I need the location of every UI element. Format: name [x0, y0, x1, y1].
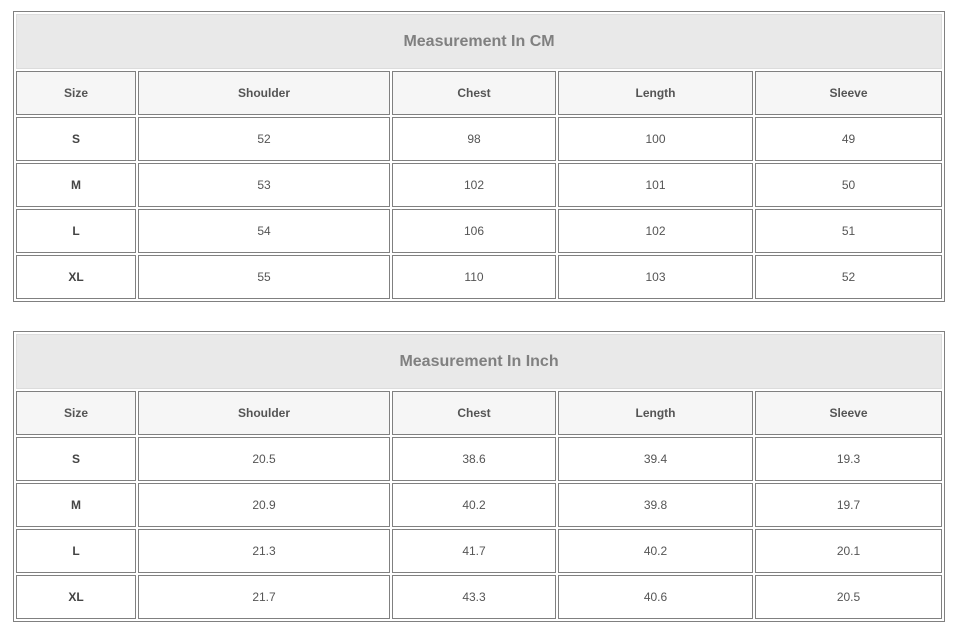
table-row: L 21.3 41.7 40.2 20.1: [16, 529, 943, 573]
chest-cell: 98: [392, 117, 556, 161]
table-title-row: Measurement In Inch: [16, 334, 943, 389]
length-cell: 40.2: [558, 529, 753, 573]
size-cell: M: [16, 163, 136, 207]
shoulder-cell: 52: [138, 117, 390, 161]
table-header-row: Size Shoulder Chest Length Sleeve: [16, 391, 943, 435]
length-cell: 39.4: [558, 437, 753, 481]
size-cell: XL: [16, 575, 136, 619]
column-header-size: Size: [16, 71, 136, 115]
column-header-length: Length: [558, 71, 753, 115]
size-cell: L: [16, 529, 136, 573]
length-cell: 100: [558, 117, 753, 161]
column-header-chest: Chest: [392, 391, 556, 435]
table-title: Measurement In Inch: [16, 334, 943, 389]
shoulder-cell: 21.7: [138, 575, 390, 619]
length-cell: 101: [558, 163, 753, 207]
shoulder-cell: 53: [138, 163, 390, 207]
table-row: S 20.5 38.6 39.4 19.3: [16, 437, 943, 481]
sleeve-cell: 52: [755, 255, 943, 299]
size-cell: L: [16, 209, 136, 253]
table-row: L 54 106 102 51: [16, 209, 943, 253]
column-header-chest: Chest: [392, 71, 556, 115]
table-row: XL 21.7 43.3 40.6 20.5: [16, 575, 943, 619]
size-cell: S: [16, 437, 136, 481]
chest-cell: 102: [392, 163, 556, 207]
shoulder-cell: 20.5: [138, 437, 390, 481]
length-cell: 103: [558, 255, 753, 299]
length-cell: 39.8: [558, 483, 753, 527]
shoulder-cell: 55: [138, 255, 390, 299]
sleeve-cell: 50: [755, 163, 943, 207]
chest-cell: 38.6: [392, 437, 556, 481]
table-row: M 53 102 101 50: [16, 163, 943, 207]
sleeve-cell: 20.1: [755, 529, 943, 573]
column-header-length: Length: [558, 391, 753, 435]
column-header-shoulder: Shoulder: [138, 71, 390, 115]
table-row: M 20.9 40.2 39.8 19.7: [16, 483, 943, 527]
chest-cell: 41.7: [392, 529, 556, 573]
column-header-sleeve: Sleeve: [755, 71, 943, 115]
column-header-size: Size: [16, 391, 136, 435]
chest-cell: 106: [392, 209, 556, 253]
sleeve-cell: 51: [755, 209, 943, 253]
length-cell: 102: [558, 209, 753, 253]
size-cell: S: [16, 117, 136, 161]
chest-cell: 43.3: [392, 575, 556, 619]
shoulder-cell: 20.9: [138, 483, 390, 527]
size-chart-table-inch: Measurement In Inch Size Shoulder Chest …: [13, 331, 946, 622]
table-title-row: Measurement In CM: [16, 14, 943, 69]
sleeve-cell: 19.7: [755, 483, 943, 527]
chest-cell: 110: [392, 255, 556, 299]
sleeve-cell: 20.5: [755, 575, 943, 619]
length-cell: 40.6: [558, 575, 753, 619]
table-row: S 52 98 100 49: [16, 117, 943, 161]
shoulder-cell: 54: [138, 209, 390, 253]
size-cell: M: [16, 483, 136, 527]
column-header-shoulder: Shoulder: [138, 391, 390, 435]
sleeve-cell: 49: [755, 117, 943, 161]
size-cell: XL: [16, 255, 136, 299]
column-header-sleeve: Sleeve: [755, 391, 943, 435]
shoulder-cell: 21.3: [138, 529, 390, 573]
size-chart-table-cm: Measurement In CM Size Shoulder Chest Le…: [13, 11, 946, 302]
table-title: Measurement In CM: [16, 14, 943, 69]
chest-cell: 40.2: [392, 483, 556, 527]
table-row: XL 55 110 103 52: [16, 255, 943, 299]
table-header-row: Size Shoulder Chest Length Sleeve: [16, 71, 943, 115]
sleeve-cell: 19.3: [755, 437, 943, 481]
